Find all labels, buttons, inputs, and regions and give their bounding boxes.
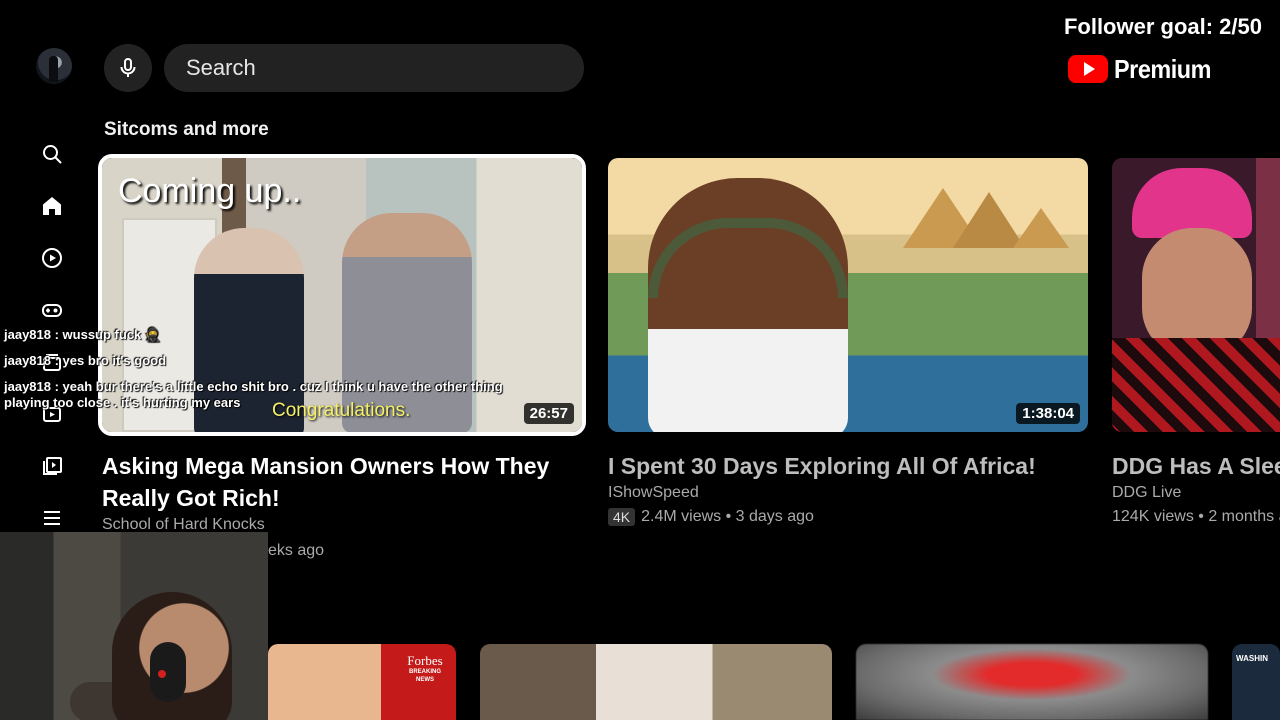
video-thumbnail[interactable]: WASHIN: [1232, 644, 1280, 720]
forbes-logo: Forbes BREAKING NEWS: [400, 652, 450, 690]
stream-chat: jaay818 : wussup fuck 🥷 jaay818 : yes br…: [4, 322, 503, 412]
video-thumbnail[interactable]: [856, 644, 1208, 720]
video-thumbnail[interactable]: [1112, 158, 1280, 432]
video-meta: eks ago: [268, 542, 325, 559]
voice-search-button[interactable]: [104, 44, 152, 92]
playlists-icon[interactable]: [38, 452, 66, 480]
video-title[interactable]: I Spent 30 Days Exploring All Of Africa!: [608, 450, 1088, 482]
home-icon[interactable]: [38, 192, 66, 220]
menu-icon[interactable]: [38, 504, 66, 532]
webcam-overlay: [0, 532, 268, 720]
premium-label: Premium: [1114, 53, 1211, 84]
views-age: 124K views • 2 months a: [1112, 508, 1280, 525]
video-meta: 124K views • 2 months a: [1112, 508, 1280, 526]
video-duration: 26:57: [523, 403, 574, 424]
headphones-icon: [150, 642, 186, 702]
channel-name[interactable]: DDG Live: [1112, 484, 1280, 502]
chat-message: jaay818 : yes bro it's good: [4, 353, 167, 368]
channel-name[interactable]: IShowSpeed: [608, 484, 1088, 502]
search-icon[interactable]: [38, 140, 66, 168]
search-input[interactable]: Search: [164, 44, 584, 92]
video-thumbnail[interactable]: [480, 644, 832, 720]
thumbnail-overlay-text: Coming up..: [118, 172, 302, 210]
search-placeholder: Search: [186, 55, 256, 80]
quality-badge: 4K: [608, 508, 636, 526]
section-title: Sitcoms and more: [104, 119, 269, 140]
video-card[interactable]: 1:38:04 I Spent 30 Days Exploring All Of…: [608, 158, 1088, 526]
video-title[interactable]: DDG Has A Slee: [1112, 450, 1280, 482]
avatar[interactable]: [36, 48, 72, 84]
video-title[interactable]: Asking Mega Mansion Owners How They Real…: [102, 450, 582, 514]
thumbnail-label: WASHIN: [1236, 654, 1268, 663]
views-age: 2.4M views • 3 days ago: [641, 508, 814, 525]
youtube-premium-logo: Premium: [1068, 54, 1222, 84]
mic-icon: [120, 58, 136, 77]
follower-goal: Follower goal: 2/50: [1063, 14, 1262, 39]
video-card[interactable]: DDG Has A Slee DDG Live 124K views • 2 m…: [1112, 158, 1280, 526]
video-meta: 4K 2.4M views • 3 days ago: [608, 508, 1088, 526]
youtube-play-icon: [1068, 55, 1108, 83]
video-thumbnail[interactable]: 1:38:04: [608, 158, 1088, 432]
gaming-icon[interactable]: [38, 296, 66, 324]
chat-message: jaay818 : wussup fuck 🥷: [4, 327, 162, 342]
video-thumbnail[interactable]: Forbes BREAKING NEWS: [268, 644, 456, 720]
shorts-icon[interactable]: [38, 244, 66, 272]
video-duration: 1:38:04: [1016, 403, 1080, 424]
